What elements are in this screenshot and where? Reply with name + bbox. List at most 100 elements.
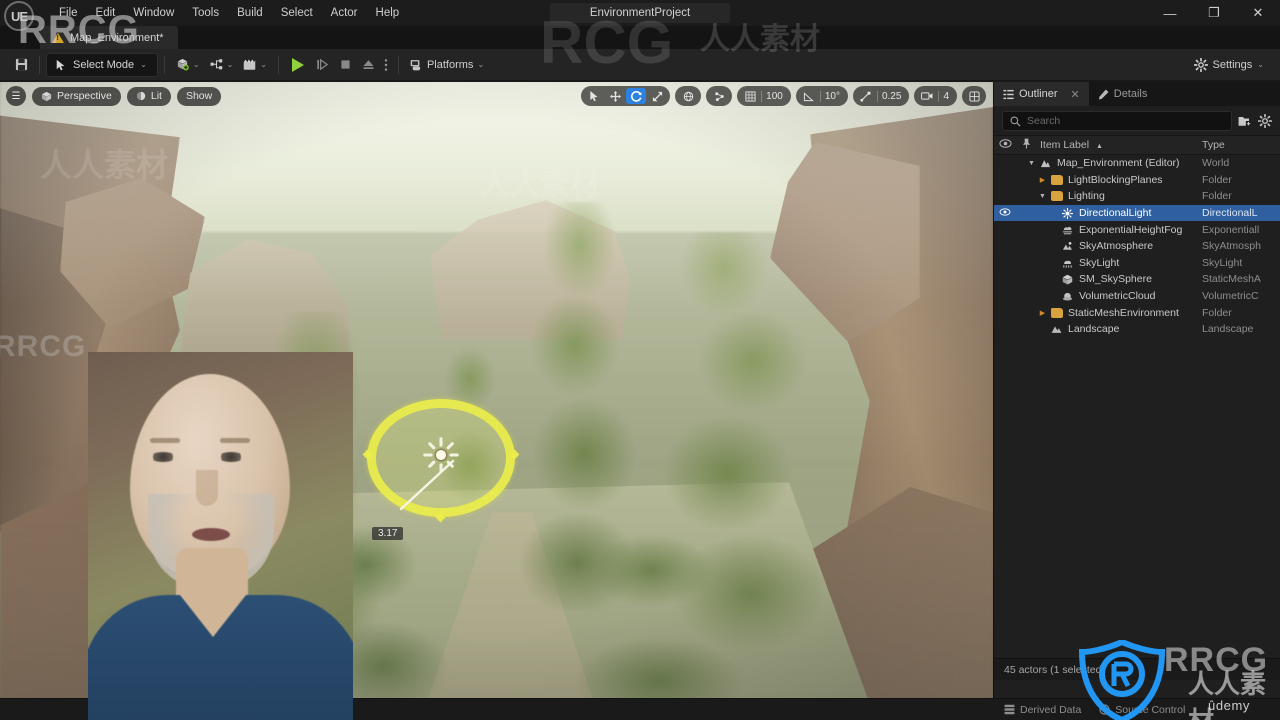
angle-snap-icon[interactable]	[799, 88, 819, 104]
outliner-row-skyatmosphere[interactable]: SkyAtmosphere SkyAtmosph	[994, 238, 1280, 255]
maximize-button[interactable]: ❐	[1192, 0, 1236, 26]
outliner-row-map-environment-editor[interactable]: ▼ Map_Environment (Editor) World	[994, 155, 1280, 172]
outliner-row-exponentialheightfog[interactable]: ExponentialHeightFog Exponentiall	[994, 221, 1280, 238]
outliner-row-skylight[interactable]: SkyLight SkyLight	[994, 255, 1280, 272]
stop-icon	[341, 60, 350, 69]
grid-snap-value[interactable]: 100	[763, 91, 788, 102]
column-pin-icon[interactable]	[1016, 138, 1036, 152]
gear-icon	[1193, 57, 1208, 72]
toolbar-divider	[397, 55, 399, 74]
new-folder-icon[interactable]	[1238, 115, 1252, 128]
viewport-camera-mode-button[interactable]: Perspective	[32, 86, 121, 106]
scale-snap-icon[interactable]	[856, 88, 876, 104]
camera-speed-value[interactable]: 4	[940, 91, 954, 102]
add-actor-button[interactable]: ⌄	[171, 53, 205, 77]
settings-button[interactable]: Settings ⌄	[1186, 53, 1272, 77]
column-visibility-icon[interactable]	[994, 139, 1016, 151]
disclosure-collapsed-icon[interactable]: ▶	[1038, 176, 1047, 184]
viewport-3d[interactable]: ☰ Perspective Lit Show 100 10° 0.25 4 3.…	[0, 82, 993, 720]
rotate-tool-icon[interactable]	[626, 88, 647, 104]
surface-snap-icon[interactable]	[709, 88, 729, 104]
outliner-row-label-text: VolumetricCloud	[1079, 290, 1156, 303]
outliner-row-staticmeshenvironment[interactable]: ▶ StaticMeshEnvironment Folder	[994, 304, 1280, 321]
blueprints-button[interactable]: ⌄	[205, 53, 239, 77]
surface-snap-group	[706, 86, 733, 106]
play-button[interactable]	[285, 53, 311, 77]
toolbar-divider	[39, 55, 40, 74]
menu-edit[interactable]: Edit	[87, 4, 125, 22]
world-space-icon[interactable]	[678, 88, 698, 104]
save-icon	[15, 58, 28, 71]
menu-actor[interactable]: Actor	[322, 4, 367, 22]
menu-tools[interactable]: Tools	[183, 4, 228, 22]
tab-details[interactable]: Details	[1089, 82, 1157, 106]
chevron-down-icon: ⌄	[477, 60, 485, 69]
outliner-row-directionallight[interactable]: DirectionalLight DirectionalL	[994, 204, 1280, 222]
menu-file[interactable]: File	[50, 4, 87, 22]
angle-snap-value[interactable]: 10°	[822, 91, 845, 102]
menu-window[interactable]: Window	[124, 4, 183, 22]
disclosure-expanded-icon[interactable]: ▼	[1027, 160, 1036, 167]
actor-count-bar: 45 actors (1 selected)	[994, 658, 1280, 680]
details-pencil-icon	[1098, 89, 1109, 99]
window-controls: — ❐ ✕	[1148, 0, 1280, 26]
derived-data-status[interactable]: Derived Data	[1004, 704, 1081, 716]
stop-button[interactable]	[334, 53, 357, 77]
outliner-row-lightblockingplanes[interactable]: ▶ LightBlockingPlanes Folder	[994, 172, 1280, 189]
cinematics-button[interactable]: ⌄	[238, 53, 272, 77]
column-item-label[interactable]: Item Label ▲	[1036, 139, 1202, 151]
menu-build[interactable]: Build	[228, 4, 272, 22]
outliner-row-sm-skysphere[interactable]: SM_SkySphere StaticMeshA	[994, 271, 1280, 288]
disclosure-collapsed-icon[interactable]: ▶	[1038, 309, 1047, 317]
folder-icon	[1051, 174, 1064, 185]
move-tool-icon[interactable]	[605, 88, 625, 104]
landscape-icon	[1051, 324, 1064, 334]
rotation-readout: 3.17	[372, 527, 404, 540]
viewport-toolbar-left: ☰ Perspective Lit Show	[6, 86, 222, 106]
select-tool-icon[interactable]	[584, 88, 604, 104]
unreal-engine-logo-icon[interactable]: UE	[4, 1, 34, 31]
scale-snap-value[interactable]: 0.25	[879, 91, 906, 102]
outliner-row-label-text: SkyLight	[1079, 256, 1120, 269]
disclosure-expanded-icon[interactable]: ▼	[1038, 193, 1047, 200]
menu-help[interactable]: Help	[367, 4, 409, 22]
grid-snap-icon[interactable]	[740, 88, 760, 104]
save-button[interactable]	[10, 53, 33, 77]
visibility-toggle-icon[interactable]	[994, 207, 1016, 219]
outliner-row-landscape[interactable]: Landscape Landscape	[994, 321, 1280, 338]
outliner-row-label: ▶ LightBlockingPlanes	[1016, 174, 1202, 186]
outliner-row-lighting[interactable]: ▼ Lighting Folder	[994, 188, 1280, 205]
outliner-column-header: Item Label ▲ Type	[994, 135, 1280, 155]
level-tab[interactable]: Map_Environment*	[40, 26, 178, 49]
viewport-menu-button[interactable]: ☰	[6, 86, 26, 106]
outliner-row-type: World	[1202, 157, 1230, 170]
hamburger-icon: ☰	[11, 90, 21, 102]
project-title: EnvironmentProject	[549, 3, 731, 23]
play-options-button[interactable]	[380, 53, 392, 77]
outliner-row-label: VolumetricCloud	[1016, 290, 1202, 302]
outliner-row-volumetriccloud[interactable]: VolumetricCloud VolumetricC	[994, 288, 1280, 305]
scale-tool-icon[interactable]	[647, 88, 667, 104]
viewport-show-menu-button[interactable]: Show	[176, 86, 222, 106]
play-icon	[291, 57, 304, 72]
rotation-gizmo[interactable]: 3.17	[362, 399, 520, 540]
close-icon[interactable]: ✕	[1071, 88, 1080, 101]
camera-speed-icon[interactable]	[917, 88, 937, 104]
settings-label: Settings	[1212, 58, 1253, 71]
search-input[interactable]: Search	[1002, 111, 1232, 131]
angle-snap-group: 10°	[795, 86, 848, 106]
select-mode-button[interactable]: Select Mode ⌄	[46, 52, 158, 77]
skip-button[interactable]	[311, 53, 334, 77]
column-type[interactable]: Type	[1202, 139, 1280, 151]
outliner-row-type: VolumetricC	[1202, 290, 1259, 303]
menu-select[interactable]: Select	[272, 4, 322, 22]
close-button[interactable]: ✕	[1236, 0, 1280, 26]
source-control-status[interactable]: Source Control	[1099, 704, 1185, 716]
eject-button[interactable]	[357, 53, 380, 77]
tab-outliner[interactable]: Outliner ✕	[994, 82, 1089, 106]
viewport-layout-icon[interactable]	[964, 88, 984, 104]
minimize-button[interactable]: —	[1148, 0, 1192, 26]
platforms-button[interactable]: Platforms ⌄	[405, 53, 489, 77]
gear-icon[interactable]	[1258, 114, 1272, 128]
viewport-view-mode-button[interactable]: Lit	[126, 86, 171, 106]
